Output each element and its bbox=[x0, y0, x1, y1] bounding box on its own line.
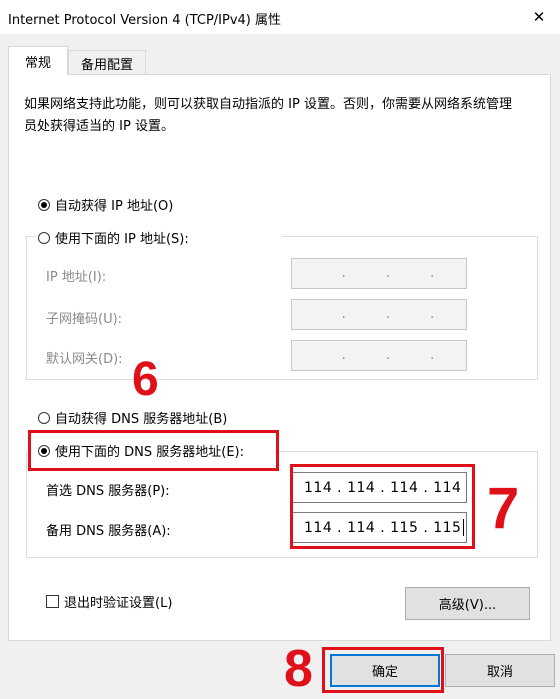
ip-auto-label: 自动获得 IP 地址(O) bbox=[55, 199, 174, 214]
annotation-step-8: 8 bbox=[284, 640, 313, 698]
advanced-button-label: 高级(V)... bbox=[438, 598, 497, 613]
tab-alternate-config[interactable]: 备用配置 bbox=[68, 50, 146, 75]
description-text: 如果网络支持此功能，则可以获取自动指派的 IP 设置。否则，你需要从网络系统管理… bbox=[24, 97, 512, 134]
cancel-button[interactable]: 取消 bbox=[445, 654, 555, 687]
annotation-step-7: 7 bbox=[487, 476, 520, 541]
annotation-box-dns-fields bbox=[290, 464, 475, 549]
validate-label: 退出时验证设置(L) bbox=[64, 596, 173, 611]
validate-option[interactable]: 退出时验证设置(L) bbox=[46, 592, 172, 611]
ip-manual-label: 使用下面的 IP 地址(S): bbox=[55, 232, 189, 247]
dns-auto-option[interactable]: 自动获得 DNS 服务器地址(B) bbox=[38, 408, 227, 427]
cancel-button-label: 取消 bbox=[486, 665, 513, 680]
ip-manual-radio[interactable] bbox=[38, 231, 50, 244]
ip-address-field[interactable]: . . . bbox=[291, 258, 467, 289]
subnet-mask-value: . . . bbox=[341, 307, 435, 322]
validate-checkbox[interactable] bbox=[46, 595, 59, 608]
dns-auto-label: 自动获得 DNS 服务器地址(B) bbox=[55, 412, 228, 427]
dns-auto-radio[interactable] bbox=[38, 411, 50, 424]
ip-address-label: IP 地址(I): bbox=[46, 270, 107, 285]
annotation-box-ok bbox=[322, 647, 444, 693]
ip-group-line-right bbox=[282, 236, 538, 237]
dns-group-line-right bbox=[275, 451, 538, 452]
preferred-dns-label: 首选 DNS 服务器(P): bbox=[46, 484, 170, 499]
window-title: Internet Protocol Version 4 (TCP/IPv4) 属… bbox=[8, 13, 282, 28]
tab-general[interactable]: 常规 bbox=[8, 46, 68, 75]
subnet-mask-field[interactable]: . . . bbox=[291, 299, 467, 330]
close-icon: ✕ bbox=[532, 8, 546, 26]
ip-auto-radio[interactable] bbox=[38, 198, 50, 211]
alternate-dns-label: 备用 DNS 服务器(A): bbox=[46, 524, 171, 539]
ip-address-value: . . . bbox=[341, 266, 435, 281]
ip-group-line-left bbox=[26, 236, 36, 237]
tab-general-label: 常规 bbox=[24, 55, 51, 71]
ip-auto-option[interactable]: 自动获得 IP 地址(O) bbox=[38, 195, 173, 214]
ip-manual-option[interactable]: 使用下面的 IP 地址(S): bbox=[38, 228, 193, 247]
advanced-button[interactable]: 高级(V)... bbox=[405, 587, 530, 620]
close-button[interactable]: ✕ bbox=[524, 4, 554, 30]
default-gateway-field[interactable]: . . . bbox=[291, 340, 467, 371]
annotation-box-dns-manual bbox=[28, 430, 279, 471]
default-gateway-label: 默认网关(D): bbox=[46, 352, 123, 367]
tab-alternate-config-label: 备用配置 bbox=[80, 57, 133, 73]
annotation-step-6: 6 bbox=[132, 353, 159, 406]
subnet-mask-label: 子网掩码(U): bbox=[46, 312, 123, 327]
title-bar: Internet Protocol Version 4 (TCP/IPv4) 属… bbox=[0, 0, 560, 34]
default-gateway-value: . . . bbox=[341, 348, 435, 363]
